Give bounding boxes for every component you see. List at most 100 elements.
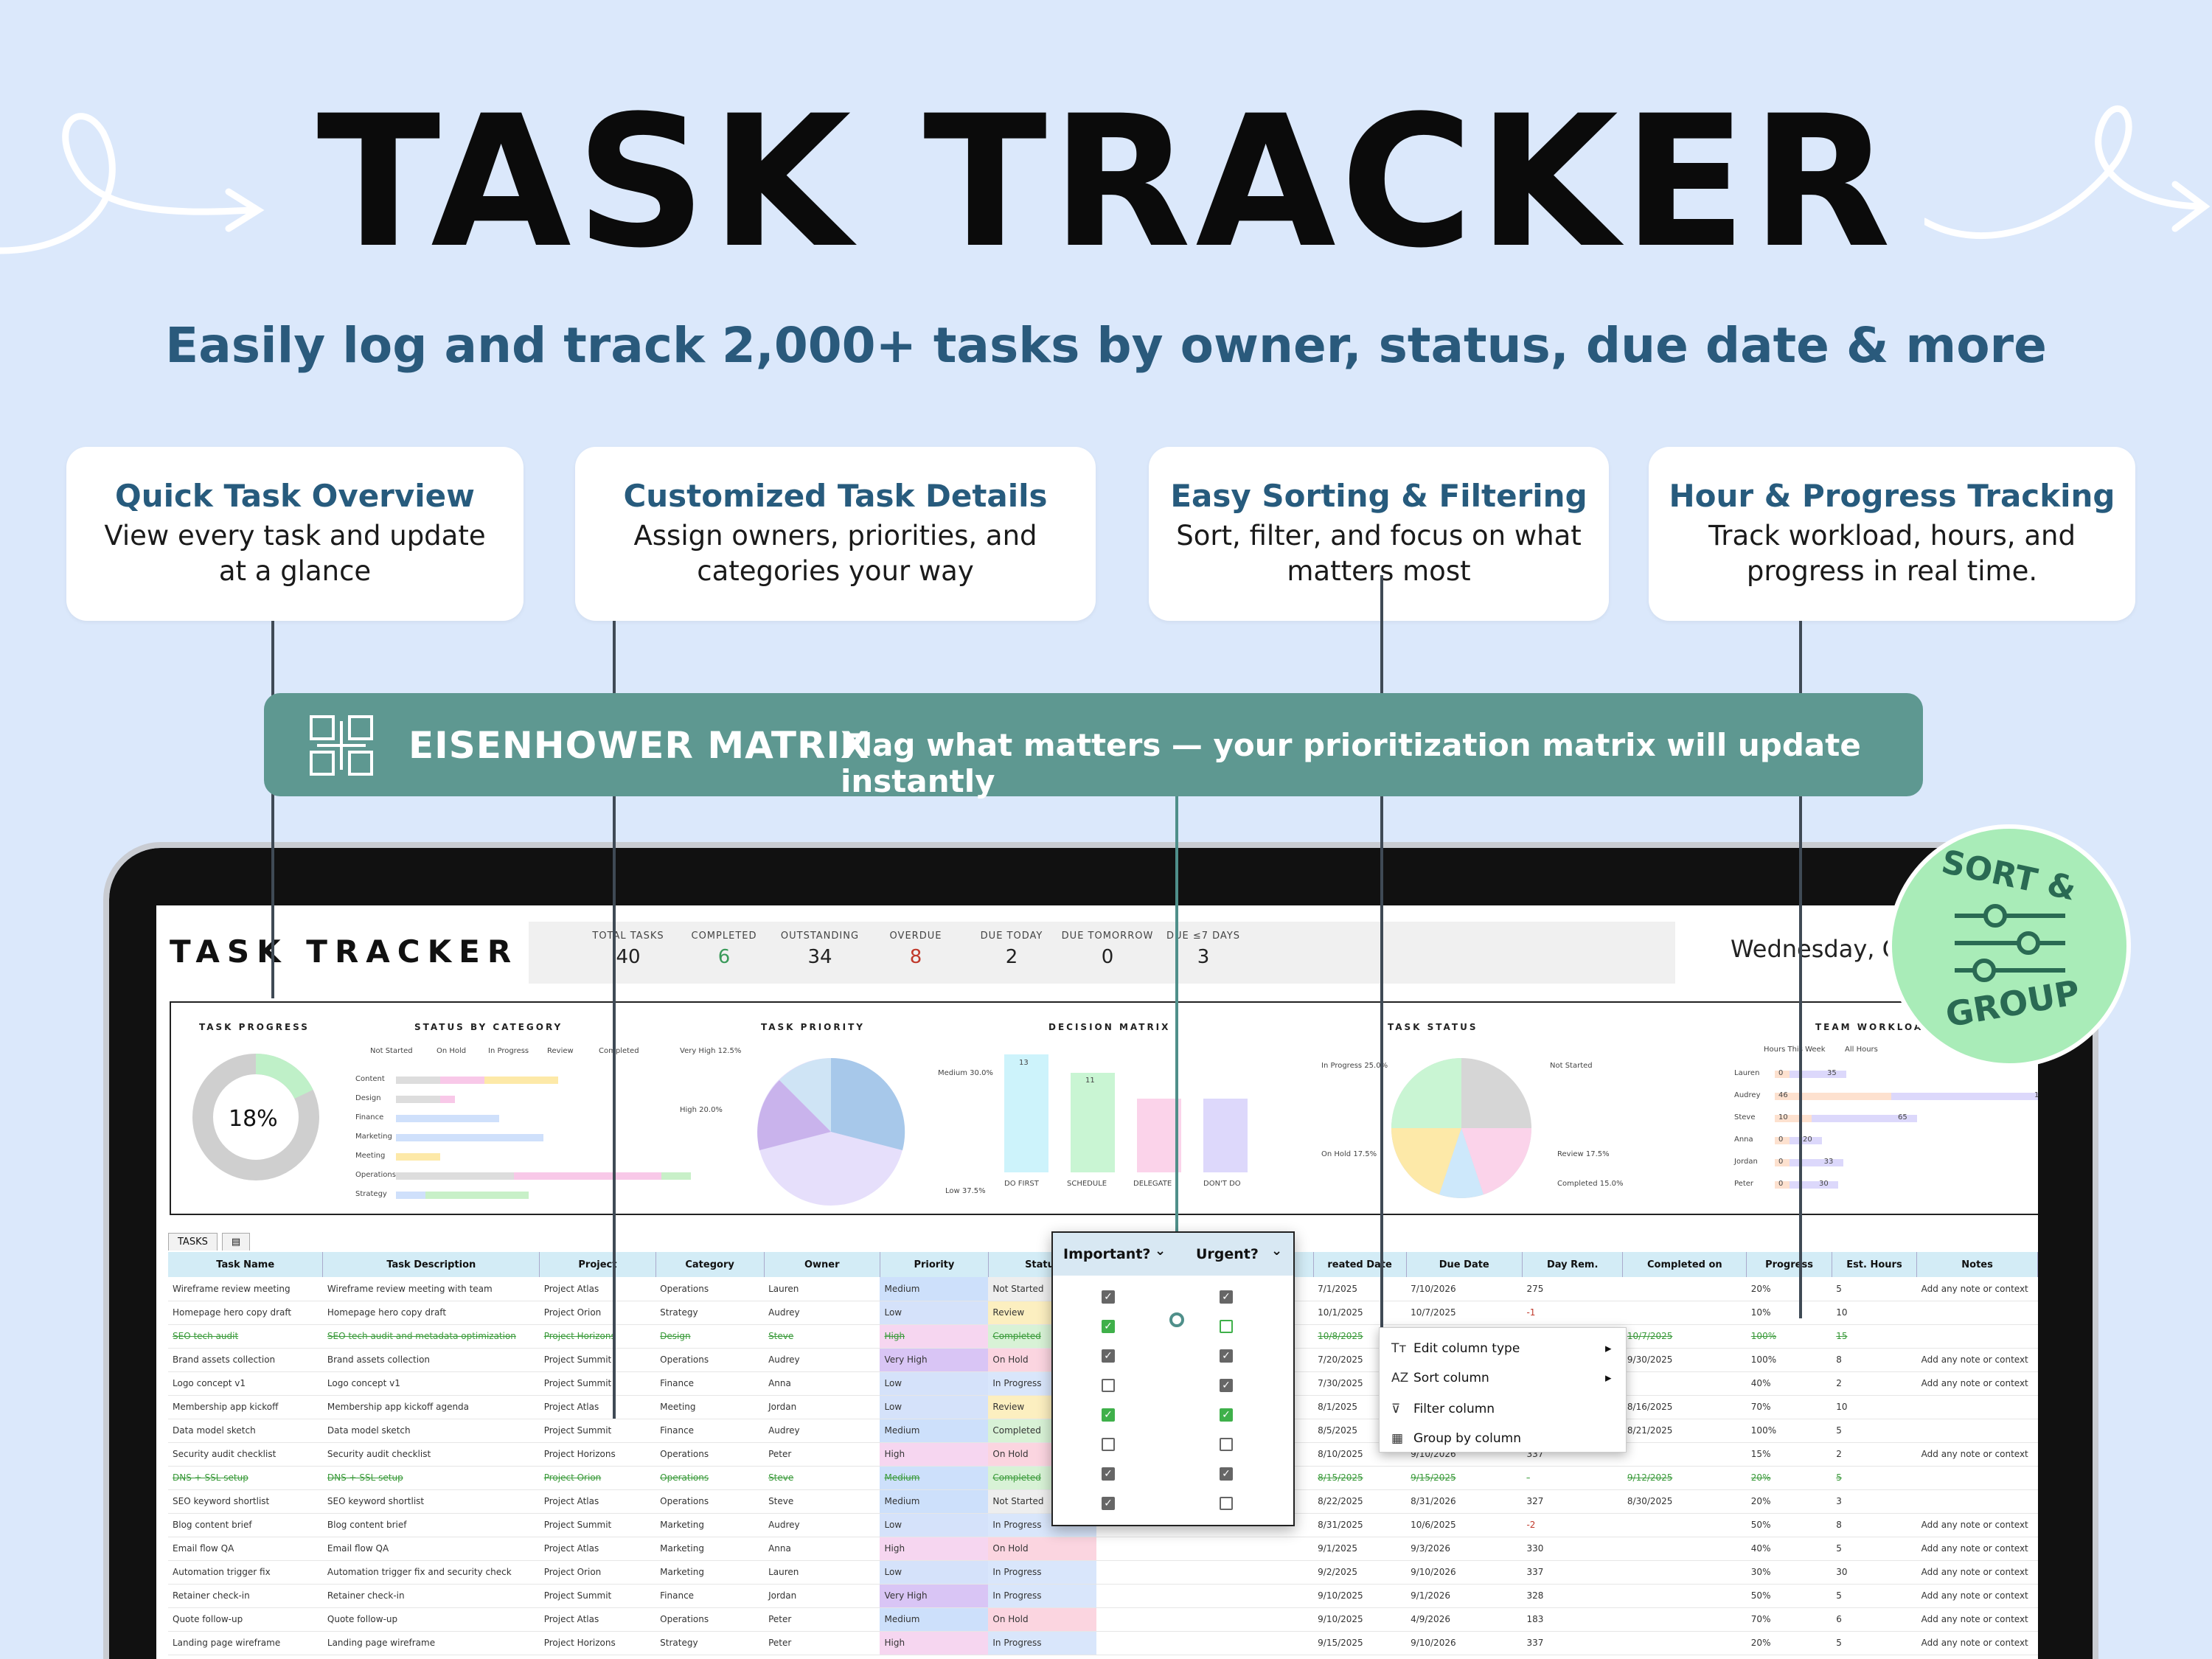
table-cell[interactable]: [1212, 1631, 1314, 1655]
table-cell[interactable]: Brand assets collection: [168, 1348, 323, 1372]
table-cell[interactable]: [1096, 1560, 1213, 1585]
column-header[interactable]: Progress: [1746, 1252, 1832, 1277]
table-cell[interactable]: Project Summit: [539, 1348, 656, 1372]
table-cell[interactable]: [1212, 1584, 1314, 1608]
table-cell[interactable]: 40%: [1746, 1537, 1832, 1561]
table-cell[interactable]: Steve: [764, 1466, 880, 1490]
table-cell[interactable]: 9/1/2025: [1313, 1537, 1407, 1561]
table-cell[interactable]: Logo concept v1: [168, 1371, 323, 1396]
important-checkbox[interactable]: ✓: [1102, 1349, 1115, 1363]
table-cell[interactable]: [1916, 1466, 2038, 1490]
table-cell[interactable]: Project Atlas: [539, 1489, 656, 1514]
table-cell[interactable]: Medium: [880, 1489, 989, 1514]
table-cell[interactable]: Low: [880, 1395, 989, 1419]
table-cell[interactable]: Low: [880, 1301, 989, 1325]
table-cell[interactable]: Quote follow-up: [322, 1607, 540, 1632]
urgent-checkbox[interactable]: ✓: [1220, 1408, 1233, 1422]
table-cell[interactable]: Audrey: [764, 1348, 880, 1372]
table-cell[interactable]: In Progress: [988, 1584, 1097, 1608]
urgent-column-header[interactable]: Urgent?: [1196, 1246, 1259, 1262]
table-cell[interactable]: 5: [1832, 1419, 1917, 1443]
table-cell[interactable]: Steve: [764, 1489, 880, 1514]
important-checkbox[interactable]: ✓: [1102, 1408, 1115, 1422]
table-cell[interactable]: 10: [1832, 1301, 1917, 1325]
tab-tasks[interactable]: TASKS: [168, 1233, 218, 1251]
table-cell[interactable]: Security audit checklist: [322, 1442, 540, 1467]
table-cell[interactable]: [1622, 1277, 1747, 1301]
table-cell[interactable]: Operations: [655, 1466, 765, 1490]
table-cell[interactable]: Membership app kickoff: [168, 1395, 323, 1419]
table-cell[interactable]: Operations: [655, 1442, 765, 1467]
table-cell[interactable]: Project Atlas: [539, 1537, 656, 1561]
table-cell[interactable]: High: [880, 1537, 989, 1561]
table-cell[interactable]: [1622, 1537, 1747, 1561]
table-cell[interactable]: Lauren: [764, 1560, 880, 1585]
table-cell[interactable]: [1916, 1301, 2038, 1325]
table-cell[interactable]: Wireframe review meeting with team: [322, 1277, 540, 1301]
table-cell[interactable]: Marketing: [655, 1537, 765, 1561]
table-cell[interactable]: -: [1522, 1466, 1623, 1490]
column-header[interactable]: Task Description: [322, 1252, 540, 1277]
table-cell[interactable]: 50%: [1746, 1513, 1832, 1537]
table-cell[interactable]: Project Horizons: [539, 1442, 656, 1467]
table-cell[interactable]: 10%: [1746, 1301, 1832, 1325]
table-cell[interactable]: Add any note or context: [1916, 1513, 2038, 1537]
table-cell[interactable]: Email flow QA: [322, 1537, 540, 1561]
table-row[interactable]: Email flow QA Email flow QA Project Atlas M…: [168, 1537, 2038, 1561]
table-cell[interactable]: 50%: [1746, 1584, 1832, 1608]
table-cell[interactable]: Finance: [655, 1371, 765, 1396]
table-cell[interactable]: [1622, 1513, 1747, 1537]
table-cell[interactable]: Lauren: [764, 1277, 880, 1301]
column-header[interactable]: Priority: [880, 1252, 989, 1277]
table-cell[interactable]: [1916, 1489, 2038, 1514]
table-cell[interactable]: 20%: [1746, 1466, 1832, 1490]
table-cell[interactable]: Meeting: [655, 1395, 765, 1419]
table-cell[interactable]: 100%: [1746, 1348, 1832, 1372]
table-cell[interactable]: Peter: [764, 1631, 880, 1655]
table-cell[interactable]: Project Orion: [539, 1466, 656, 1490]
table-cell[interactable]: 2: [1832, 1442, 1917, 1467]
table-cell[interactable]: Landing page wireframe: [322, 1631, 540, 1655]
column-header[interactable]: Due Date: [1406, 1252, 1523, 1277]
table-cell[interactable]: DNS + SSL setup: [168, 1466, 323, 1490]
table-cell[interactable]: Operations: [655, 1607, 765, 1632]
table-cell[interactable]: 15: [1832, 1324, 1917, 1349]
table-cell[interactable]: 9/10/2025: [1313, 1607, 1407, 1632]
table-cell[interactable]: DNS + SSL setup: [322, 1466, 540, 1490]
table-cell[interactable]: 70%: [1746, 1607, 1832, 1632]
table-cell[interactable]: 10/6/2025: [1406, 1513, 1523, 1537]
table-cell[interactable]: [1096, 1631, 1213, 1655]
table-cell[interactable]: Security audit checklist: [168, 1442, 323, 1467]
table-cell[interactable]: Operations: [655, 1277, 765, 1301]
table-cell[interactable]: Project Atlas: [539, 1395, 656, 1419]
menu-item-filter-column[interactable]: Filter column: [1413, 1402, 1495, 1416]
table-cell[interactable]: [1096, 1537, 1213, 1561]
table-cell[interactable]: Retainer check-in: [322, 1584, 540, 1608]
urgent-checkbox[interactable]: [1220, 1320, 1233, 1333]
important-column-header[interactable]: Important?: [1063, 1246, 1150, 1262]
table-cell[interactable]: [1622, 1442, 1747, 1467]
table-cell[interactable]: SEO keyword shortlist: [322, 1489, 540, 1514]
table-cell[interactable]: Low: [880, 1513, 989, 1537]
table-cell[interactable]: [1622, 1301, 1747, 1325]
chevron-down-icon[interactable]: ⌄: [1155, 1243, 1166, 1259]
table-cell[interactable]: [1212, 1537, 1314, 1561]
table-cell[interactable]: Add any note or context: [1916, 1277, 2038, 1301]
table-cell[interactable]: 5: [1832, 1466, 1917, 1490]
table-cell[interactable]: Design: [655, 1324, 765, 1349]
table-cell[interactable]: [1212, 1560, 1314, 1585]
table-cell[interactable]: On Hold: [988, 1607, 1097, 1632]
table-cell[interactable]: 70%: [1746, 1395, 1832, 1419]
table-cell[interactable]: In Progress: [988, 1560, 1097, 1585]
table-cell[interactable]: Add any note or context: [1916, 1371, 2038, 1396]
table-cell[interactable]: 337: [1522, 1560, 1623, 1585]
column-header[interactable]: Notes: [1916, 1252, 2038, 1277]
table-cell[interactable]: Operations: [655, 1489, 765, 1514]
table-row[interactable]: Retainer check-in Retainer check-in Projec…: [168, 1584, 2038, 1608]
table-cell[interactable]: Project Atlas: [539, 1277, 656, 1301]
table-cell[interactable]: 10/7/2025: [1622, 1324, 1747, 1349]
table-cell[interactable]: Jordan: [764, 1395, 880, 1419]
table-cell[interactable]: 100%: [1746, 1419, 1832, 1443]
table-cell[interactable]: High: [880, 1324, 989, 1349]
table-cell[interactable]: SEO tech audit: [168, 1324, 323, 1349]
